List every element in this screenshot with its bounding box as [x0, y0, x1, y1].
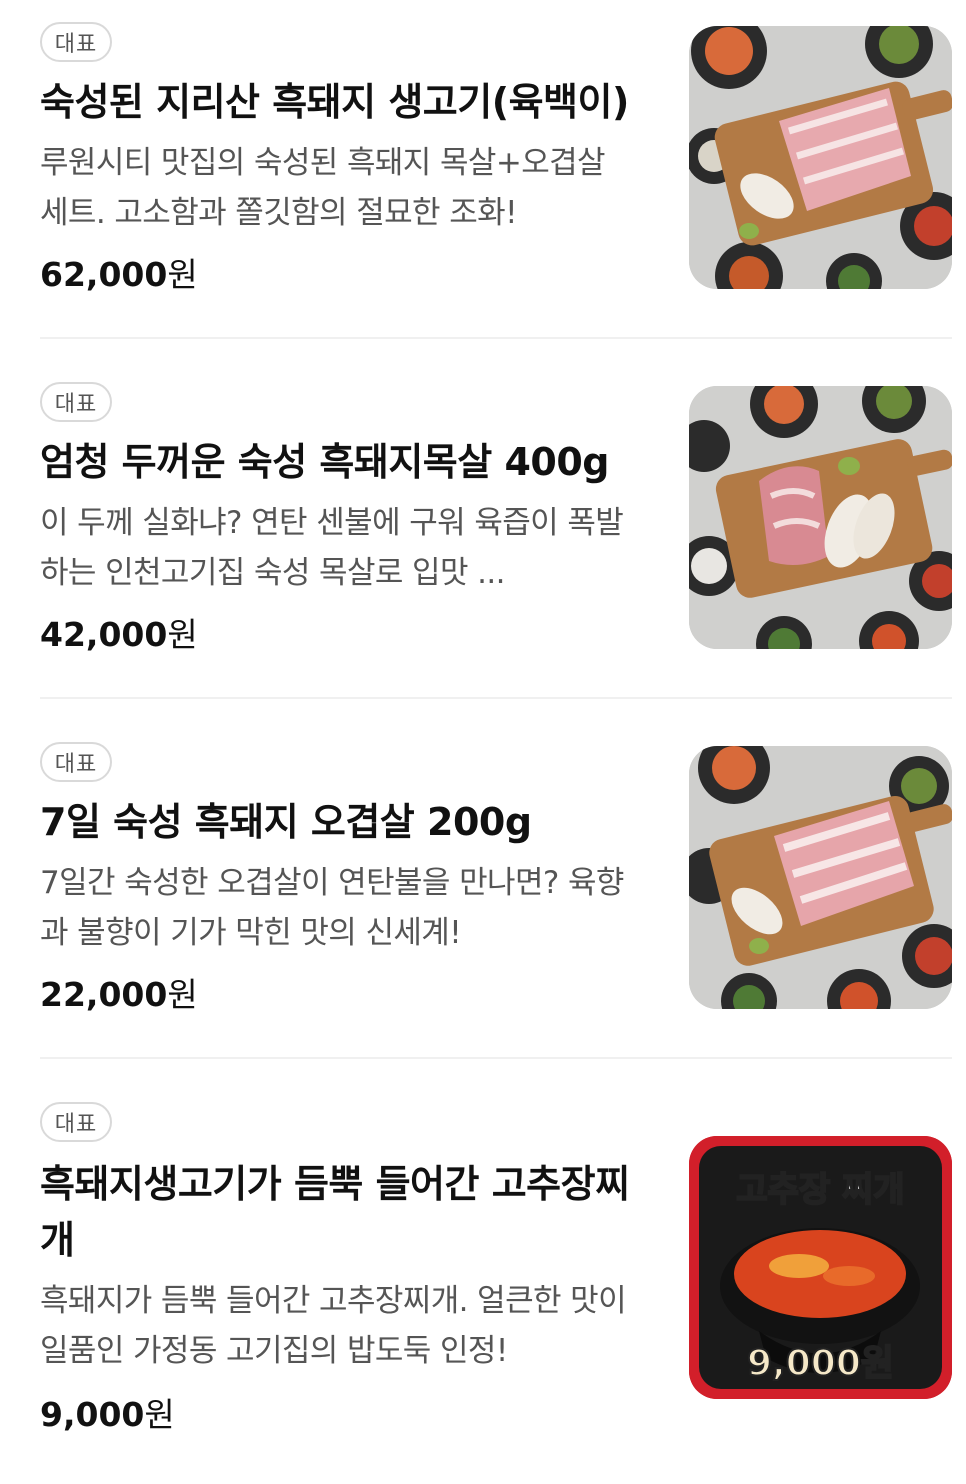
menu-description: 이 두께 실화냐? 연탄 센불에 구워 육즙이 폭발하는 인천고기집 숙성 목살… [40, 505, 624, 591]
pork-platter-photo [689, 26, 952, 289]
menu-price: 42,000원 [40, 608, 198, 656]
divider [40, 697, 952, 699]
menu-price: 22,000원 [40, 968, 198, 1016]
image-caption-title: 고추장 찌개 [735, 1169, 905, 1211]
menu-price: 9,000원 [40, 1388, 175, 1436]
menu-description: 루원시티 맛집의 숙성된 흑돼지 목살+오겹살 세트. 고소함과 쫄깃함의 절묘… [40, 145, 606, 231]
menu-item[interactable]: 대표 숙성된 지리산 흑돼지 생고기(육백이) 루원시티 맛집의 숙성된 흑돼지… [0, 0, 966, 340]
menu-image[interactable] [689, 746, 952, 1009]
pork-neck-photo [689, 386, 952, 649]
menu-title: 숙성된 지리산 흑돼지 생고기(육백이) [40, 80, 629, 124]
price-unit: 원 [144, 1395, 175, 1434]
representative-badge: 대표 [40, 742, 112, 782]
price-number: 62,000 [40, 255, 168, 294]
menu-image[interactable]: 고추장 찌개 9,000원 [689, 1136, 952, 1399]
menu-description: 흑돼지가 듬뿍 들어간 고추장찌개. 얼큰한 맛이 일품인 가정동 고기집의 밥… [40, 1283, 627, 1369]
divider [40, 337, 952, 339]
divider [40, 1057, 952, 1059]
menu-title: 7일 숙성 흑돼지 오겹살 200g [40, 800, 532, 844]
menu-price: 62,000원 [40, 248, 198, 296]
price-number: 9,000 [40, 1395, 145, 1434]
price-unit: 원 [167, 615, 198, 654]
menu-description: 7일간 숙성한 오겹살이 연탄불을 만나면? 육향과 불향이 기가 막힌 맛의 … [40, 865, 624, 951]
representative-badge: 대표 [40, 22, 112, 62]
representative-badge: 대표 [40, 382, 112, 422]
menu-image[interactable] [689, 386, 952, 649]
image-caption-price: 9,000원 [746, 1342, 895, 1385]
menu-item[interactable]: 대표 엄청 두꺼운 숙성 흑돼지목살 400g 이 두께 실화냐? 연탄 센불에… [0, 360, 966, 700]
price-unit: 원 [167, 975, 198, 1014]
menu-title: 흑돼지생고기가 듬뿍 들어간 고추장찌개 [40, 1162, 630, 1262]
menu-item[interactable]: 대표 흑돼지생고기가 듬뿍 들어간 고추장찌개 흑돼지가 듬뿍 들어간 고추장찌… [0, 1080, 966, 1484]
price-number: 42,000 [40, 615, 168, 654]
menu-image[interactable] [689, 26, 952, 289]
pork-belly-photo [689, 746, 952, 1009]
price-unit: 원 [167, 255, 198, 294]
representative-badge: 대표 [40, 1102, 112, 1142]
price-number: 22,000 [40, 975, 168, 1014]
menu-item[interactable]: 대표 7일 숙성 흑돼지 오겹살 200g 7일간 숙성한 오겹살이 연탄불을 … [0, 720, 966, 1060]
menu-title: 엄청 두꺼운 숙성 흑돼지목살 400g [40, 440, 609, 484]
